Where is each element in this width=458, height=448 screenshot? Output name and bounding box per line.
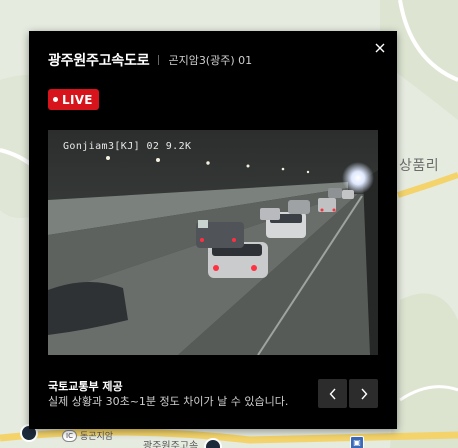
popup-title: 광주원주고속도로 [48,53,150,69]
ic-label: IC 동곤지암 [62,429,113,442]
live-dot-icon [53,97,58,102]
camera-nav [318,379,378,408]
cctv-video[interactable]: Gonjiam3[KJ] 02 9.2K [48,130,378,355]
prev-camera-button[interactable] [318,379,347,408]
delay-notice: 실제 상황과 30초~1분 정도 차이가 날 수 있습니다. [48,395,289,408]
map-place-label: 상품리 [399,158,440,174]
provider-label: 국토교통부 제공 [48,380,123,393]
chevron-left-icon [329,388,336,399]
tunnel-scene [48,130,378,355]
ic-name: 동곤지암 [79,432,114,442]
next-camera-button[interactable] [349,379,378,408]
cctv-popup: 광주원주고속도로 곤지암3(광주) 01 LIVE Gonjiam3[KJ] 0… [29,31,397,429]
close-button[interactable] [373,40,387,54]
popup-subtitle: 곤지암3(광주) 01 [168,54,253,67]
live-label: LIVE [62,92,93,107]
road-label: 광주원주고속 [143,441,199,448]
popup-footer: 국토교통부 제공 실제 상황과 30초~1분 정도 차이가 날 수 있습니다. [48,380,288,409]
popup-header: 광주원주고속도로 곤지암3(광주) 01 [48,50,252,70]
close-icon [375,43,385,53]
road-sign-icon: ▣ [350,436,364,448]
chevron-right-icon [360,388,367,399]
header-divider [158,55,160,65]
camera-osd-text: Gonjiam3[KJ] 02 9.2K [63,141,192,152]
ic-badge: IC [62,429,77,442]
live-badge: LIVE [48,89,99,110]
